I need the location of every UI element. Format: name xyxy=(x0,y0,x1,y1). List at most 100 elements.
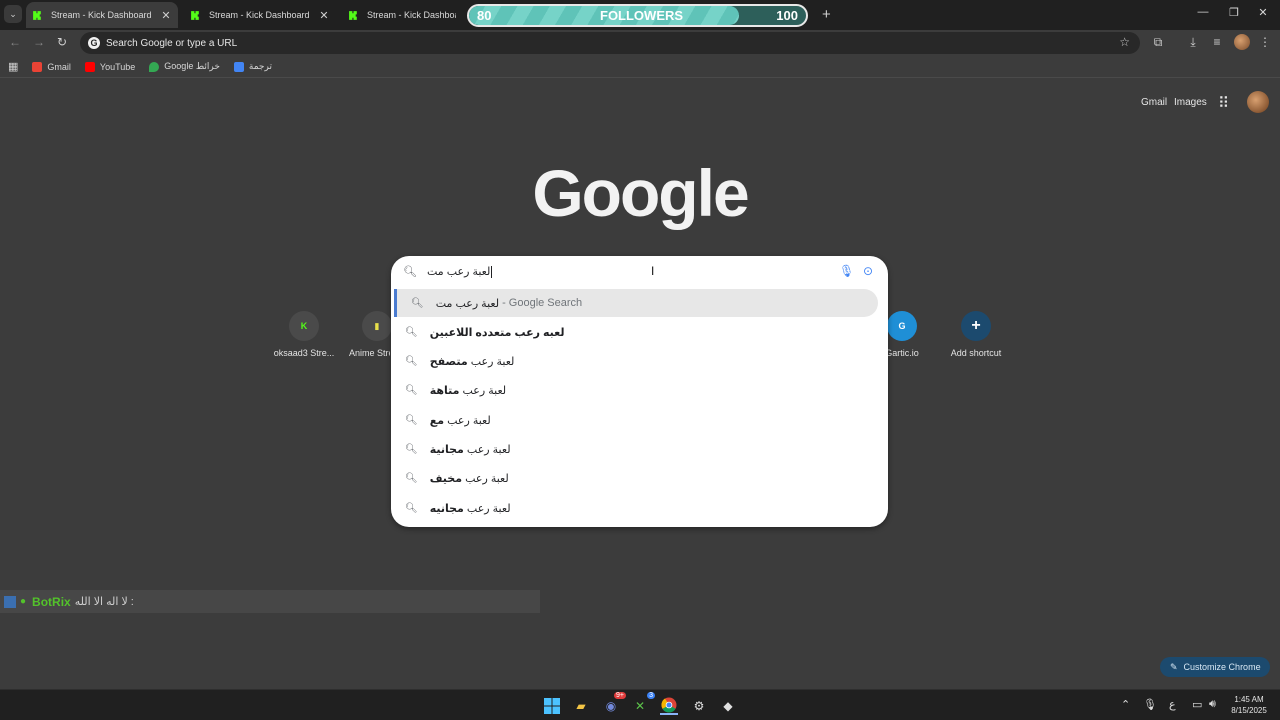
gartic-icon: G xyxy=(887,311,917,341)
notification-badge: 9+ xyxy=(614,692,626,699)
kick-icon xyxy=(33,10,41,20)
anime-site-icon: ▮ xyxy=(362,311,392,341)
search-icon: 🔍︎ xyxy=(405,502,418,514)
suggestion-item[interactable]: 🔍︎ لعبة رعب مخيف xyxy=(391,464,888,492)
suggestion-completion: مع xyxy=(429,414,445,427)
bookmark-label: Google خرائط xyxy=(164,61,220,71)
chat-username: BotRix xyxy=(32,594,71,609)
gmail-link[interactable]: Gmail xyxy=(1141,97,1167,108)
back-button[interactable]: ← xyxy=(9,35,21,49)
steam-icon[interactable]: ◆ xyxy=(719,697,737,715)
suggestion-item[interactable]: 🔍︎ لعبة رعب متاهة xyxy=(391,376,888,404)
close-icon[interactable]: ✕ xyxy=(160,9,172,22)
tab-3[interactable]: Stream - Kick Dashboard xyxy=(342,2,462,28)
bookmark-star-icon[interactable]: ☆ xyxy=(1119,35,1130,49)
microphone-icon[interactable]: 🎙︎ xyxy=(839,264,854,278)
suggestion-item[interactable]: 🔍︎ لعبة رعب مع xyxy=(391,406,888,434)
verified-badge-icon: ● xyxy=(20,596,27,607)
suggestion-text: لعبة رعب مت xyxy=(435,297,500,310)
forward-button[interactable]: → xyxy=(33,35,45,49)
suggestion-item[interactable]: 🔍︎ لعبة رعب متصفح xyxy=(391,347,888,375)
bookmark-label: YouTube xyxy=(99,61,136,72)
bookmark-youtube[interactable]: YouTube xyxy=(84,61,136,72)
shortcut-oksaad3[interactable]: K oksaad3 Stre... xyxy=(267,311,341,358)
show-hidden-icons-icon[interactable]: ⌃ xyxy=(1121,698,1130,711)
images-link[interactable]: Images xyxy=(1174,97,1207,108)
add-shortcut-button[interactable]: + Add shortcut xyxy=(939,311,1013,358)
input-language[interactable]: ع xyxy=(1169,698,1176,711)
tab-1[interactable]: Stream - Kick Dashboard ✕ xyxy=(26,2,178,28)
suggestion-item[interactable]: 🔍︎ لعبة رعب مت - Google Search xyxy=(394,289,878,317)
search-icon: 🔍︎ xyxy=(405,355,418,367)
xbox-icon[interactable]: ✕ 3 xyxy=(631,692,655,715)
clock-time: 1:45 AM xyxy=(1234,695,1264,704)
tab-title: Stream - Kick Dashboard xyxy=(51,10,152,20)
search-input[interactable]: 🔍︎ لعبة رعب مت xyxy=(391,256,888,287)
apps-icon[interactable]: ▦ xyxy=(8,60,18,73)
account-avatar[interactable] xyxy=(1247,91,1269,113)
customize-label: Customize Chrome xyxy=(1183,662,1261,672)
profile-avatar[interactable] xyxy=(1234,34,1250,50)
suggestion-prefix: لعبة رعب xyxy=(444,414,491,427)
plus-icon: + xyxy=(961,311,991,341)
shortcut-anime[interactable]: ▮ Anime Stre... xyxy=(340,311,392,358)
shortcut-label: Add shortcut xyxy=(950,348,1002,358)
chrome-icon[interactable] xyxy=(660,697,678,715)
search-icon: 🔍︎ xyxy=(411,297,424,309)
system-clock[interactable]: 1:45 AM 8/15/2025 xyxy=(1224,694,1274,716)
menu-icon[interactable]: ⋮ xyxy=(1257,35,1273,49)
media-control-icon[interactable]: ≡ xyxy=(1209,35,1225,49)
suggestion-prefix: لعبة رعب xyxy=(463,443,511,456)
minimize-button[interactable]: — xyxy=(1196,6,1210,18)
download-icon[interactable]: ⤓ xyxy=(1185,35,1201,50)
tab-title: Stream - Kick Dashboard xyxy=(209,10,310,20)
windows-taskbar: ▰ ◉ 9+ ✕ 3 ⚙ ◆ ⌃ 🎙︎ ع ▭ 🔊︎ 1:45 AM 8/15/… xyxy=(0,689,1280,720)
gmail-icon xyxy=(32,61,43,72)
extensions-icon[interactable]: ⧉ xyxy=(1150,35,1166,50)
followers-label: FOLLOWERS xyxy=(600,8,684,23)
suggestion-completion: متصفح xyxy=(429,355,468,368)
suggestion-item[interactable]: 🔍︎ لعبه رعب متعدده اللاعبين xyxy=(391,318,888,346)
maximize-button[interactable]: ❐ xyxy=(1227,6,1241,19)
network-icon[interactable]: ▭ xyxy=(1192,698,1202,711)
new-tab-button[interactable]: + xyxy=(822,6,831,23)
kick-icon xyxy=(191,10,199,20)
clock-date: 8/15/2025 xyxy=(1231,706,1267,715)
text-cursor-icon: I xyxy=(651,264,655,278)
microphone-icon[interactable]: 🎙︎ xyxy=(1143,698,1157,711)
translate-icon xyxy=(233,61,244,72)
chevron-down-icon: ⌄ xyxy=(9,8,17,19)
volume-icon[interactable]: 🔊︎ xyxy=(1209,698,1216,711)
followers-current: 80 xyxy=(477,8,492,23)
close-window-button[interactable]: ✕ xyxy=(1256,6,1270,19)
shortcut-label: oksaad3 Stre... xyxy=(273,348,335,358)
close-icon[interactable]: ✕ xyxy=(318,9,330,22)
suggestion-completion: مجانيه xyxy=(429,502,464,515)
followers-goal-bar: 80 FOLLOWERS 100 xyxy=(467,4,808,27)
suggestion-completion: متاهة xyxy=(429,384,460,397)
search-icon: 🔍︎ xyxy=(405,326,418,338)
suggestion-prefix: لعبة رعب xyxy=(463,502,511,515)
bookmark-maps[interactable]: Google خرائط xyxy=(149,61,220,72)
suggestion-item[interactable]: 🔍︎ لعبة رعب مجانية xyxy=(391,435,888,463)
bookmark-gmail[interactable]: Gmail xyxy=(32,61,71,72)
customize-chrome-button[interactable]: ✎ Customize Chrome xyxy=(1160,657,1270,677)
botrix-avatar-icon xyxy=(4,595,16,608)
bookmark-translate[interactable]: ترجمة xyxy=(233,61,272,72)
followers-goal: 100 xyxy=(776,8,798,23)
bookmarks-bar: ▦ Gmail YouTube Google خرائط ترجمة xyxy=(0,56,1280,78)
tab-2[interactable]: Stream - Kick Dashboard ✕ xyxy=(184,2,336,28)
google-apps-icon[interactable]: ⠿ xyxy=(1218,94,1229,112)
suggestion-completion: مخيف xyxy=(429,472,463,485)
reload-button[interactable]: ↻ xyxy=(57,35,67,49)
pencil-icon: ✎ xyxy=(1170,661,1178,672)
text-caret xyxy=(491,265,493,278)
windows-start-icon[interactable] xyxy=(543,697,561,715)
app-icon[interactable]: ⚙ xyxy=(690,697,708,715)
suggestion-item[interactable]: 🔍︎ لعبة رعب مجانيه xyxy=(391,494,888,522)
file-explorer-icon[interactable]: ▰ xyxy=(572,697,590,715)
discord-icon[interactable]: ◉ 9+ xyxy=(602,692,626,715)
google-lens-icon[interactable]: ⊙ xyxy=(863,264,873,278)
tab-search-button[interactable]: ⌄ xyxy=(4,5,22,23)
omnibox[interactable]: G Search Google or type a URL ☆ xyxy=(80,32,1140,54)
